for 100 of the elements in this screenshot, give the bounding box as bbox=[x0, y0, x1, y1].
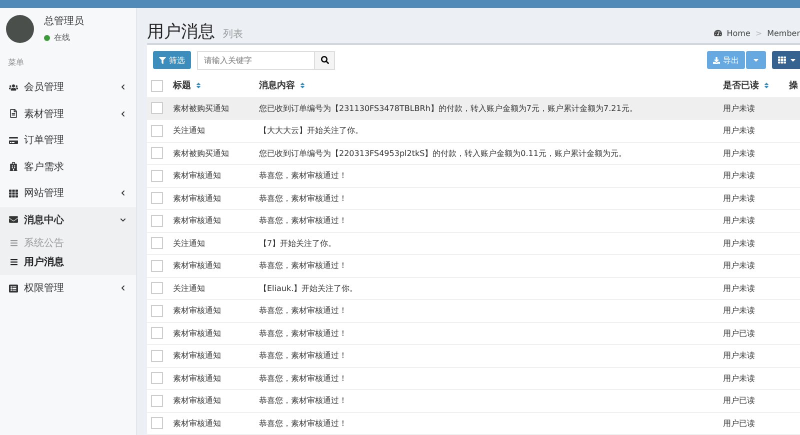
table-cell: 素材审核通知 bbox=[173, 350, 221, 362]
row-checkbox[interactable] bbox=[151, 304, 163, 317]
columns-button[interactable] bbox=[772, 51, 800, 69]
page-subtitle: 列表 bbox=[223, 28, 244, 41]
row-checkbox[interactable] bbox=[151, 237, 163, 250]
row-checkbox[interactable] bbox=[151, 192, 163, 204]
dashboard-icon bbox=[714, 29, 722, 37]
list-icon bbox=[10, 258, 18, 266]
table-cell: 素材审核通知 bbox=[173, 170, 221, 182]
row-checkbox[interactable] bbox=[151, 282, 163, 294]
download-icon bbox=[713, 56, 720, 64]
search-icon bbox=[320, 56, 328, 64]
table-row[interactable]: 素材审核通知 恭喜您，素材审核通过！ 用户已读 bbox=[147, 322, 800, 345]
table-cell: 恭喜您，素材审核通过！ bbox=[259, 192, 347, 204]
table-cell: 恭喜您，素材审核通过！ bbox=[259, 350, 347, 362]
table-cell: 素材被购买通知 bbox=[173, 148, 229, 159]
row-checkbox[interactable] bbox=[151, 124, 163, 137]
list-icon bbox=[10, 238, 18, 246]
submenu-item[interactable]: 用户消息 bbox=[0, 252, 136, 271]
column-header[interactable]: 操 bbox=[785, 75, 800, 96]
table-cell: 用户未读 bbox=[723, 282, 755, 294]
search-button[interactable] bbox=[315, 50, 335, 70]
table-row[interactable]: 关注通知 【7】开始关注了你。 用户未读 bbox=[147, 232, 800, 255]
table-cell: 素材审核通知 bbox=[173, 372, 221, 384]
menu-header: 菜单 bbox=[7, 57, 25, 69]
sidebar-item[interactable]: 权限管理 bbox=[0, 275, 136, 302]
table-cell: 恭喜您，素材审核通过！ bbox=[259, 418, 347, 429]
table-cell: 用户未读 bbox=[723, 260, 755, 272]
row-checkbox[interactable] bbox=[151, 327, 163, 340]
table-cell: 用户未读 bbox=[723, 350, 755, 362]
filter-icon bbox=[159, 56, 166, 64]
table-cell: 用户未读 bbox=[723, 102, 755, 114]
select-all-checkbox[interactable] bbox=[151, 80, 163, 92]
search-field[interactable]: 请输入关键字 bbox=[197, 50, 315, 70]
sidebar-item[interactable]: 订单管理 bbox=[0, 127, 136, 154]
row-checkbox[interactable] bbox=[151, 214, 163, 227]
caret-icon bbox=[789, 56, 797, 64]
table-cell: 用户已读 bbox=[723, 418, 755, 429]
export-dropdown-button[interactable] bbox=[746, 51, 766, 69]
sidebar-item[interactable]: 网站管理 bbox=[0, 180, 136, 206]
sort-icon bbox=[763, 82, 770, 90]
column-header[interactable]: 是否已读 bbox=[719, 75, 785, 96]
chevron-icon bbox=[120, 84, 126, 90]
table-cell: 【大大大云】开始关注了你。 bbox=[259, 125, 363, 136]
row-checkbox[interactable] bbox=[151, 260, 163, 272]
table-cell: 素材审核通知 bbox=[173, 260, 221, 272]
column-header[interactable]: 标题 bbox=[173, 75, 255, 96]
row-checkbox[interactable] bbox=[151, 372, 163, 384]
table-cell: 恭喜您，素材审核通过！ bbox=[259, 170, 347, 182]
table-cell: 您已收到订单编号为【220313FS4953pl2tkS】的付款，转入账户金额为0.11元，账户累计金额为元。 bbox=[259, 148, 626, 159]
sidebar-item[interactable]: 会员管理 bbox=[0, 74, 136, 100]
sidebar-item[interactable]: 客户需求 bbox=[0, 154, 136, 180]
table-cell: 素材审核通知 bbox=[173, 192, 221, 204]
row-checkbox[interactable] bbox=[151, 417, 163, 430]
breadcrumb-link[interactable]: Member bbox=[767, 28, 800, 38]
table-cell: 关注通知 bbox=[173, 125, 205, 136]
table-cell: 用户已读 bbox=[723, 395, 755, 406]
row-checkbox[interactable] bbox=[151, 394, 163, 407]
table-row[interactable]: 素材审核通知 恭喜您，素材审核通过！ 用户未读 bbox=[147, 368, 800, 390]
breadcrumb-link[interactable]: Home bbox=[726, 28, 750, 38]
table-cell: 素材审核通知 bbox=[173, 418, 221, 429]
table-cell: 用户未读 bbox=[723, 148, 755, 159]
table-row[interactable]: 素材被购买通知 您已收到订单编号为【220313FS4953pl2tkS】的付款，转入账户金额为0.11元，账户累计金额为元。 用户未读 bbox=[147, 142, 800, 165]
row-checkbox[interactable] bbox=[151, 102, 163, 114]
table-cell: 用户未读 bbox=[723, 372, 755, 384]
chevron-icon bbox=[120, 190, 126, 196]
row-checkbox[interactable] bbox=[151, 147, 163, 160]
table-cell: 素材审核通知 bbox=[173, 215, 221, 226]
table-cell: 用户未读 bbox=[723, 125, 755, 136]
table-cell: 恭喜您，素材审核通过！ bbox=[259, 372, 347, 384]
table-row[interactable]: 素材被购买通知 您已收到订单编号为【231130FS3478TBLBRh】的付款，转入账户金额为7元，账户累计金额为7.21元。 用户未读 bbox=[147, 98, 800, 120]
table-cell: 【7】开始关注了你。 bbox=[259, 238, 336, 249]
sort-icon bbox=[299, 82, 306, 90]
table-row[interactable]: 素材审核通知 恭喜您，素材审核通过！ 用户未读 bbox=[147, 188, 800, 210]
breadcrumb-separator: > bbox=[755, 28, 762, 38]
table-cell: 用户已读 bbox=[723, 328, 755, 339]
row-checkbox[interactable] bbox=[151, 170, 163, 182]
table-row[interactable]: 关注通知 【Eliauk.】开始关注了你。 用户未读 bbox=[147, 278, 800, 300]
table-cell: 恭喜您，素材审核通过！ bbox=[259, 305, 347, 316]
table-cell: 素材审核通知 bbox=[173, 305, 221, 316]
chevron-icon bbox=[120, 216, 126, 223]
sidebar-item[interactable]: 素材管理 bbox=[0, 100, 136, 127]
table-cell: 用户未读 bbox=[723, 170, 755, 182]
sort-icon bbox=[195, 82, 202, 90]
grid-icon bbox=[778, 56, 786, 64]
table-cell: 关注通知 bbox=[173, 282, 205, 294]
table-cell: 恭喜您，素材审核通过！ bbox=[259, 215, 347, 226]
table-cell: 用户未读 bbox=[723, 192, 755, 204]
chevron-icon bbox=[120, 110, 126, 117]
caret-icon bbox=[752, 56, 760, 64]
table-row[interactable]: 素材审核通知 恭喜您，素材审核通过！ 用户已读 bbox=[147, 412, 800, 435]
table-cell: 素材审核通知 bbox=[173, 395, 221, 406]
table-cell: 恭喜您，素材审核通过！ bbox=[259, 328, 347, 339]
column-header[interactable]: 消息内容 bbox=[255, 75, 719, 96]
table-cell: 您已收到订单编号为【231130FS3478TBLBRh】的付款，转入账户金额为7元，账户累计金额为7.21元。 bbox=[259, 102, 638, 114]
page-title: 用户消息 bbox=[147, 21, 215, 43]
filter-button[interactable]: 筛选 bbox=[153, 51, 191, 69]
row-checkbox[interactable] bbox=[151, 350, 163, 362]
user-status: 在线 bbox=[54, 32, 70, 43]
sidebar-item[interactable]: 消息中心 bbox=[0, 206, 136, 233]
